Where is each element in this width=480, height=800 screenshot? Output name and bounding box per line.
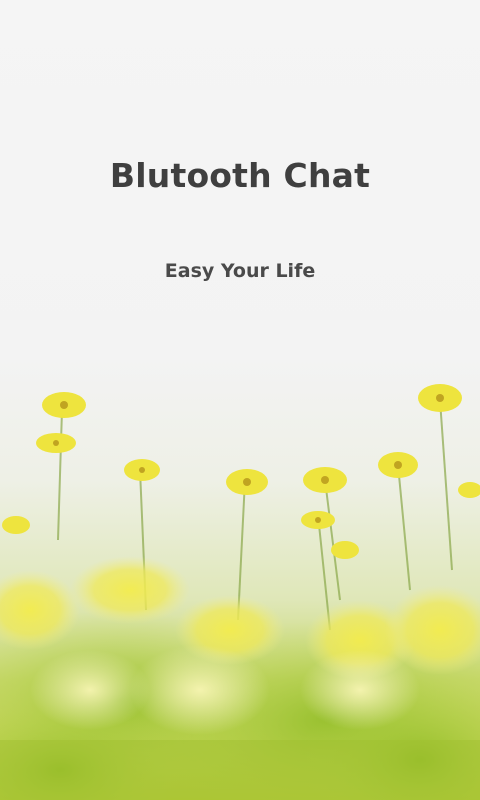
app-tagline: Easy Your Life: [164, 260, 316, 282]
splash-screen: Blutooth Chat Easy Your Life: [0, 0, 480, 800]
app-title: Blutooth Chat: [109, 156, 371, 195]
flowers-background-image: [0, 384, 480, 800]
